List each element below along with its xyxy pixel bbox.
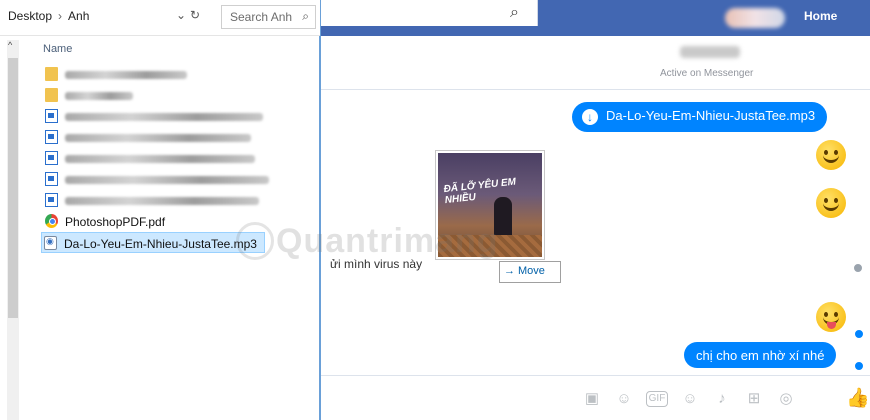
file-name: PhotoshopPDF.pdf [65,215,166,229]
file-row[interactable] [43,169,269,190]
blurred-filename [65,71,187,79]
profile-avatar[interactable] [725,8,785,28]
file-message-label: Da-Lo-Yeu-Em-Nhieu-JustaTee.mp3 [606,108,816,123]
breadcrumb-desktop[interactable]: Desktop [8,9,52,23]
file-list: PhotoshopPDF.pdf Da-Lo-Yeu-Em-Nhieu-Just… [41,64,313,253]
breadcrumb-separator: › [58,9,63,23]
home-link[interactable]: Home [804,9,837,23]
file-row[interactable] [43,106,265,127]
sweat-smile-emoji [816,140,846,170]
thumbnail-ground [438,235,542,257]
game-icon[interactable]: ⊞ [744,389,764,409]
active-status: Active on Messenger [660,68,754,79]
sticker-icon[interactable]: ☺ [614,389,634,409]
refresh-icon[interactable]: ↻ [190,8,200,22]
file-row-pdf[interactable]: PhotoshopPDF.pdf [43,211,265,232]
watermark-logo-icon [236,222,274,260]
file-message-bubble[interactable]: ↓ Da-Lo-Yeu-Em-Nhieu-JustaTee.mp3 [572,102,828,132]
thumbnail-title: ĐÃ LỠ YÊU EM NHIỀU [443,176,517,207]
chat-header: Active on Messenger [320,36,870,90]
name-column-header[interactable]: Name [43,43,72,55]
blurred-filename [65,176,269,184]
file-row[interactable] [43,127,265,148]
folder-icon [45,67,58,81]
blurred-filename [65,197,259,205]
gif-icon[interactable]: GIF [646,391,668,407]
audio-file-icon [44,236,57,250]
breadcrumb[interactable]: Desktop › Anh [8,9,89,23]
contact-name[interactable] [680,46,740,58]
seen-avatar [853,263,863,273]
blurred-filename [65,155,255,163]
blurred-filename [65,134,251,142]
drag-move-tooltip: → Move [499,261,561,283]
move-arrow-icon: → [504,265,515,277]
address-bar: Desktop › Anh ⌄ ↻ Search Anh ⌕ [0,0,320,36]
blurred-filename [65,92,133,100]
text-message-bubble[interactable]: chị cho em nhờ xí nhé [684,342,837,368]
move-label: Move [518,265,545,277]
file-name: Da-Lo-Yeu-Em-Nhieu-JustaTee.mp3 [64,237,257,251]
delivered-check-icon [854,361,864,371]
document-icon [45,151,58,165]
file-row[interactable] [43,85,265,106]
blurred-filename [65,113,263,121]
document-icon [45,109,58,123]
search-icon[interactable]: ⌕ [302,9,309,24]
partial-message-text: ửi mình virus này [330,257,423,271]
explorer-search-input[interactable]: Search Anh ⌕ [221,5,316,29]
file-row[interactable] [43,190,265,211]
file-explorer-window: Desktop › Anh ⌄ ↻ Search Anh ⌕ ^ Name Ph… [0,0,321,420]
dragged-file-thumbnail: ĐÃ LỠ YÊU EM NHIỀU [436,151,544,259]
folder-icon [45,88,58,102]
scrollbar-thumb[interactable] [8,58,18,318]
screen: ⌕ Home Active on Messenger ↓ Da-Lo-Yeu-E… [0,0,870,420]
facebook-search-box[interactable]: ⌕ [320,0,538,26]
tongue-emoji [816,302,846,332]
search-icon[interactable]: ⌕ [510,4,519,22]
mic-icon[interactable]: ♪ [712,389,732,409]
composer-toolbar: ▣ ☺ GIF ☺ ♪ ⊞ ◎ 👍 [320,375,870,420]
file-row[interactable] [43,64,265,85]
like-icon[interactable]: 👍 [846,389,870,409]
emoji-icon[interactable]: ☺ [680,389,700,409]
document-icon [45,172,58,186]
file-row[interactable] [43,148,265,169]
document-icon [45,193,58,207]
file-row-mp3-selected[interactable]: Da-Lo-Yeu-Em-Nhieu-JustaTee.mp3 [41,232,265,253]
search-placeholder: Search Anh [230,10,293,24]
scroll-up-arrow-icon[interactable]: ^ [8,40,12,50]
photo-icon[interactable]: ▣ [582,389,602,409]
camera-icon[interactable]: ◎ [776,389,796,409]
breadcrumb-anh[interactable]: Anh [68,9,89,23]
chrome-pdf-icon [45,214,58,228]
delivered-check-icon [854,329,864,339]
smile-emoji [816,188,846,218]
facebook-topbar: ⌕ Home [320,0,870,36]
chat-conversation: ↓ Da-Lo-Yeu-Em-Nhieu-JustaTee.mp3 chị ch… [320,90,870,375]
document-icon [45,130,58,144]
download-icon[interactable]: ↓ [582,109,598,125]
chevron-down-icon[interactable]: ⌄ [176,8,186,22]
